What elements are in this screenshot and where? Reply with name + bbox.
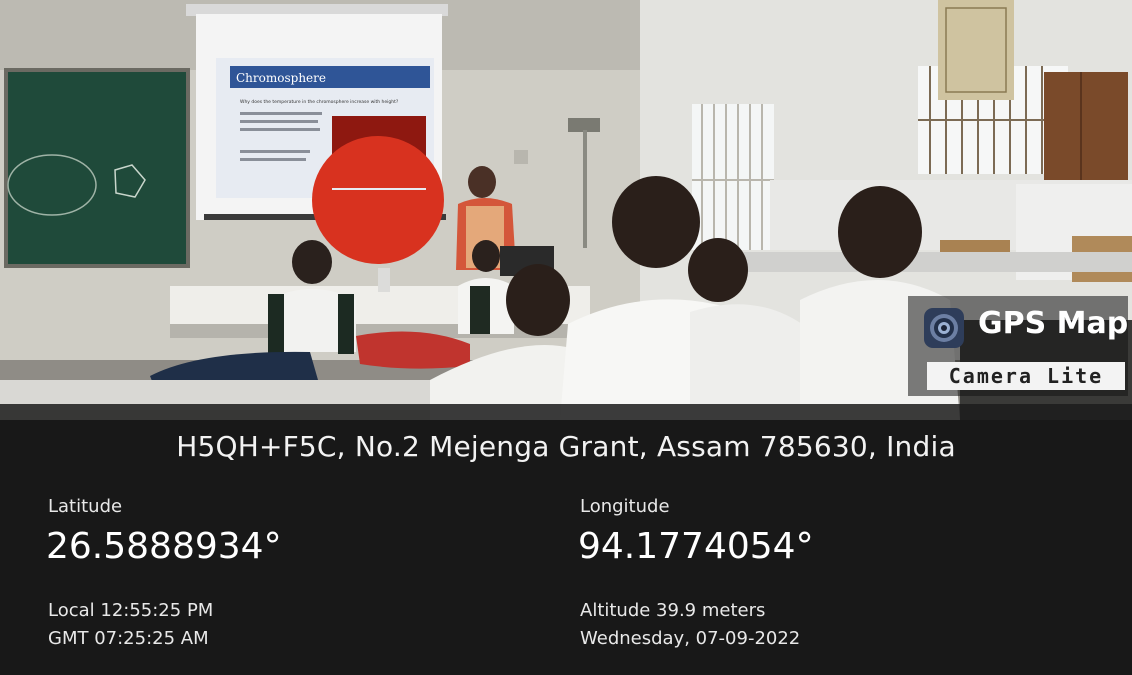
local-time: Local 12:55:25 PM [48,600,214,621]
cupboard [1044,72,1128,184]
longitude-label: Longitude [580,496,670,517]
slide-question: Why does the temperature in the chromosp… [240,99,399,105]
latitude-value: 26.5888934° [46,526,282,567]
date: Wednesday, 07-09-2022 [580,628,801,649]
gmt-time: GMT 07:25:25 AM [48,628,209,649]
longitude-value: 94.1774054° [578,526,814,567]
badge-title: GPS Map [978,306,1129,341]
location-address: H5QH+F5C, No.2 Mejenga Grant, Assam 7856… [176,430,956,463]
latitude-label: Latitude [48,496,123,517]
badge-subtitle: Camera Lite [927,362,1125,390]
window-left [692,104,774,250]
camera-lens-icon [924,308,964,348]
wall-chart [938,0,1014,100]
slide-title: Chromosphere [236,71,326,85]
chalkboard [4,68,190,268]
photo-frame: Chromosphere Why does the temperature in… [0,0,1132,675]
altitude: Altitude 39.9 meters [580,600,766,621]
